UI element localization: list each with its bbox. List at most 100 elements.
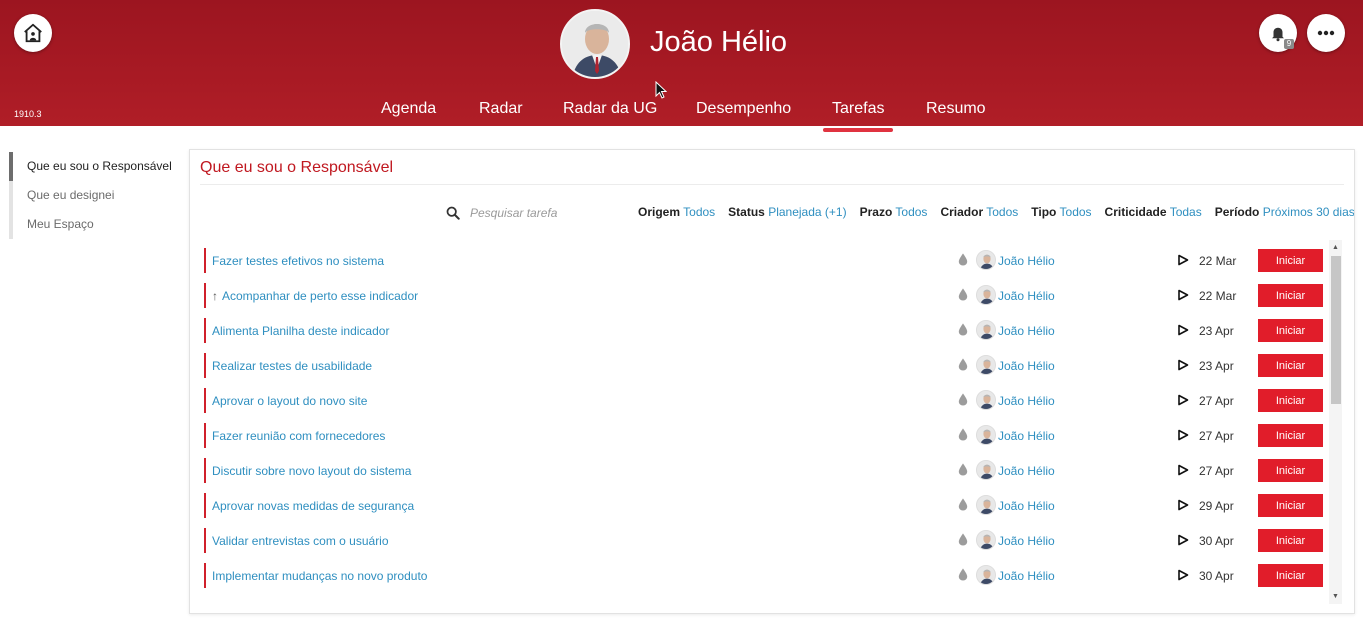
- tab-resumo[interactable]: Resumo: [926, 100, 986, 118]
- task-owner[interactable]: João Hélio: [998, 254, 1055, 268]
- task-row: Realizar testes de usabilidade João Héli…: [200, 351, 1326, 386]
- drop-icon: [958, 533, 968, 546]
- owner-avatar: [976, 355, 996, 375]
- scroll-up-icon[interactable]: ▲: [1331, 243, 1340, 252]
- play-icon: [1178, 289, 1189, 301]
- task-title[interactable]: Realizar testes de usabilidade: [212, 359, 372, 373]
- filter-criticidade[interactable]: Criticidade Todas: [1105, 205, 1202, 219]
- drop-icon: [958, 498, 968, 511]
- task-row: Aprovar o layout do novo site João Hélio…: [200, 386, 1326, 421]
- priority-bar: [204, 283, 206, 308]
- task-row: Fazer reunião com fornecedores João Héli…: [200, 421, 1326, 456]
- start-task-button[interactable]: Iniciar: [1258, 389, 1323, 412]
- task-owner[interactable]: João Hélio: [998, 464, 1055, 478]
- filter-tipo[interactable]: Tipo Todos: [1031, 205, 1091, 219]
- start-task-button[interactable]: Iniciar: [1258, 564, 1323, 587]
- task-title[interactable]: Fazer reunião com fornecedores: [212, 429, 385, 443]
- scrollbar[interactable]: ▲ ▼: [1329, 240, 1342, 604]
- start-task-button[interactable]: Iniciar: [1258, 494, 1323, 517]
- task-owner[interactable]: João Hélio: [998, 359, 1055, 373]
- drop-icon: [958, 253, 968, 266]
- owner-avatar: [976, 320, 996, 340]
- filter-label: Criador: [940, 205, 984, 219]
- divider: [200, 184, 1344, 185]
- play-icon: [1178, 254, 1189, 266]
- start-task-button[interactable]: Iniciar: [1258, 319, 1323, 342]
- more-icon: [1317, 30, 1335, 36]
- task-owner[interactable]: João Hélio: [998, 324, 1055, 338]
- filter-periodo[interactable]: Período Próximos 30 dias: [1214, 205, 1355, 219]
- start-task-button[interactable]: Iniciar: [1258, 354, 1323, 377]
- priority-bar: [204, 493, 206, 518]
- task-title[interactable]: Fazer testes efetivos no sistema: [212, 254, 384, 268]
- filter-label: Período: [1214, 205, 1260, 219]
- home-icon: [24, 23, 42, 43]
- owner-avatar: [976, 390, 996, 410]
- tab-tarefas[interactable]: Tarefas: [822, 100, 895, 132]
- start-task-button[interactable]: Iniciar: [1258, 424, 1323, 447]
- scroll-thumb[interactable]: [1331, 256, 1341, 404]
- scroll-down-icon[interactable]: ▼: [1331, 592, 1340, 601]
- task-owner[interactable]: João Hélio: [998, 394, 1055, 408]
- notifications-button[interactable]: 9: [1259, 14, 1297, 52]
- filter-status[interactable]: Status Planejada (+1): [728, 205, 846, 219]
- priority-bar: [204, 528, 206, 553]
- filter-label: Status: [728, 205, 765, 219]
- priority-bar: [204, 458, 206, 483]
- filter-prazo[interactable]: Prazo Todos: [860, 205, 928, 219]
- task-title[interactable]: Aprovar o layout do novo site: [212, 394, 367, 408]
- task-date: 22 Mar: [1199, 289, 1237, 303]
- drop-icon: [958, 428, 968, 441]
- arrow-up-icon: ↑: [212, 289, 218, 303]
- task-date: 27 Apr: [1199, 464, 1234, 478]
- task-title[interactable]: Discutir sobre novo layout do sistema: [212, 464, 411, 478]
- task-title[interactable]: Validar entrevistas com o usuário: [212, 534, 389, 548]
- task-date: 22 Mar: [1199, 254, 1237, 268]
- sidebar: Que eu sou o Responsável Que eu designei…: [9, 152, 179, 239]
- play-icon: [1178, 499, 1189, 511]
- task-title[interactable]: Aprovar novas medidas de segurança: [212, 499, 414, 513]
- task-owner[interactable]: João Hélio: [998, 289, 1055, 303]
- start-task-button[interactable]: Iniciar: [1258, 529, 1323, 552]
- tab-radar-da-ug[interactable]: Radar da UG: [563, 100, 657, 118]
- task-row: Discutir sobre novo layout do sistema Jo…: [200, 456, 1326, 491]
- sidebar-item-designei[interactable]: Que eu designei: [9, 181, 179, 210]
- task-owner[interactable]: João Hélio: [998, 429, 1055, 443]
- tab-agenda[interactable]: Agenda: [381, 100, 436, 118]
- task-title[interactable]: ↑ Acompanhar de perto esse indicador: [212, 289, 418, 303]
- filter-value: Todos: [895, 205, 928, 219]
- task-row: ↑ Acompanhar de perto esse indicador João…: [200, 281, 1326, 316]
- owner-avatar: [976, 285, 996, 305]
- home-button[interactable]: [14, 14, 52, 52]
- task-owner[interactable]: João Hélio: [998, 569, 1055, 583]
- task-row: Alimenta Planilha deste indicador João H…: [200, 316, 1326, 351]
- task-owner[interactable]: João Hélio: [998, 499, 1055, 513]
- more-options-button[interactable]: [1307, 14, 1345, 52]
- search-icon: [446, 206, 460, 220]
- drop-icon: [958, 288, 968, 301]
- task-owner[interactable]: João Hélio: [998, 534, 1055, 548]
- task-title[interactable]: Implementar mudanças no novo produto: [212, 569, 427, 583]
- task-title[interactable]: Alimenta Planilha deste indicador: [212, 324, 389, 338]
- task-row: Fazer testes efetivos no sistema João Hé…: [200, 246, 1326, 281]
- tab-radar[interactable]: Radar: [479, 100, 523, 118]
- sidebar-item-responsavel[interactable]: Que eu sou o Responsável: [9, 152, 179, 181]
- owner-avatar: [976, 425, 996, 445]
- tab-desempenho[interactable]: Desempenho: [696, 100, 791, 118]
- task-date: 30 Apr: [1199, 534, 1234, 548]
- search-input[interactable]: [470, 206, 600, 220]
- start-task-button[interactable]: Iniciar: [1258, 249, 1323, 272]
- play-icon: [1178, 324, 1189, 336]
- priority-bar: [204, 423, 206, 448]
- sidebar-item-meu-espaco[interactable]: Meu Espaço: [9, 210, 179, 239]
- filter-value: Próximos 30 dias: [1262, 205, 1355, 219]
- start-task-button[interactable]: Iniciar: [1258, 459, 1323, 482]
- drop-icon: [958, 568, 968, 581]
- task-row: Validar entrevistas com o usuário João H…: [200, 526, 1326, 561]
- priority-bar: [204, 248, 206, 273]
- filter-criador[interactable]: Criador Todos: [940, 205, 1018, 219]
- priority-bar: [204, 353, 206, 378]
- owner-avatar: [976, 250, 996, 270]
- filter-origem[interactable]: Origem Todos: [638, 205, 715, 219]
- start-task-button[interactable]: Iniciar: [1258, 284, 1323, 307]
